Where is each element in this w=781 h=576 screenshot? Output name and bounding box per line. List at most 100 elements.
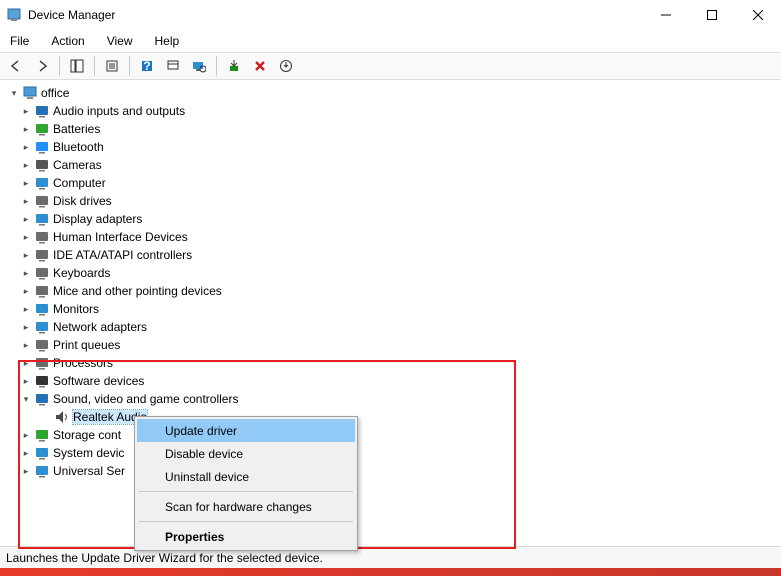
uninstall-button[interactable] bbox=[248, 54, 272, 78]
category-icon bbox=[34, 445, 50, 461]
toolbar-separator bbox=[94, 56, 95, 76]
tree-category[interactable]: ▸Software devices bbox=[6, 372, 781, 390]
context-menu-item-label: Update driver bbox=[165, 424, 237, 438]
install-driver-button[interactable] bbox=[222, 54, 246, 78]
menu-file[interactable]: File bbox=[6, 32, 33, 50]
scan-hardware-button[interactable] bbox=[187, 54, 211, 78]
category-icon bbox=[34, 139, 50, 155]
context-menu-separator bbox=[139, 491, 353, 492]
category-icon bbox=[34, 193, 50, 209]
context-menu-item-label: Scan for hardware changes bbox=[165, 500, 312, 514]
tree-category[interactable]: ▸System devic bbox=[6, 444, 781, 462]
tree-category-label: Human Interface Devices bbox=[53, 230, 188, 244]
close-button[interactable] bbox=[735, 0, 781, 30]
properties-button[interactable] bbox=[100, 54, 124, 78]
tree-category-label: Monitors bbox=[53, 302, 99, 316]
tree-category-label: Disk drives bbox=[53, 194, 112, 208]
context-menu-item[interactable]: Update driver bbox=[137, 419, 355, 442]
update-button[interactable] bbox=[274, 54, 298, 78]
category-icon bbox=[34, 175, 50, 191]
category-icon bbox=[34, 373, 50, 389]
tree-category[interactable]: ▾Sound, video and game controllers bbox=[6, 390, 781, 408]
tree-category[interactable]: ▸Mice and other pointing devices bbox=[6, 282, 781, 300]
forward-button[interactable] bbox=[30, 54, 54, 78]
tree-category-label: Display adapters bbox=[53, 212, 142, 226]
category-icon bbox=[34, 121, 50, 137]
tree-category[interactable]: ▸Batteries bbox=[6, 120, 781, 138]
computer-icon bbox=[22, 85, 38, 101]
tree-category-label: Audio inputs and outputs bbox=[53, 104, 185, 118]
category-icon bbox=[34, 157, 50, 173]
tree-category[interactable]: ▸Network adapters bbox=[6, 318, 781, 336]
category-icon bbox=[34, 319, 50, 335]
context-menu: Update driver Disable device Uninstall dev… bbox=[134, 416, 358, 551]
tree-root-label: office bbox=[41, 86, 69, 100]
tree-category-label: Mice and other pointing devices bbox=[53, 284, 222, 298]
show-hide-tree-button[interactable] bbox=[65, 54, 89, 78]
context-menu-item[interactable]: Scan for hardware changes bbox=[137, 495, 355, 518]
category-icon bbox=[34, 337, 50, 353]
tree-category-label: Sound, video and game controllers bbox=[53, 392, 238, 406]
tree-root[interactable]: ▾office bbox=[6, 84, 781, 102]
action-button[interactable] bbox=[161, 54, 185, 78]
tree-category-label: Cameras bbox=[53, 158, 102, 172]
titlebar: Device Manager bbox=[0, 0, 781, 30]
category-icon bbox=[34, 391, 50, 407]
tree-category-label: Bluetooth bbox=[53, 140, 104, 154]
statusbar: Launches the Update Driver Wizard for th… bbox=[0, 546, 781, 568]
tree-category[interactable]: ▸Disk drives bbox=[6, 192, 781, 210]
tree-category[interactable]: ▸Cameras bbox=[6, 156, 781, 174]
svg-text:?: ? bbox=[143, 59, 150, 73]
tree-category[interactable]: ▸Human Interface Devices bbox=[6, 228, 781, 246]
maximize-button[interactable] bbox=[689, 0, 735, 30]
context-menu-item[interactable]: Disable device bbox=[137, 442, 355, 465]
device-tree[interactable]: ▾office▸Audio inputs and outputs▸Batteri… bbox=[0, 80, 781, 546]
context-menu-separator bbox=[139, 521, 353, 522]
category-icon bbox=[34, 229, 50, 245]
menu-action[interactable]: Action bbox=[47, 32, 88, 50]
tree-category-label: Processors bbox=[53, 356, 113, 370]
tree-category[interactable]: ▸Storage cont bbox=[6, 426, 781, 444]
tree-category[interactable]: ▸Keyboards bbox=[6, 264, 781, 282]
context-menu-item-label: Properties bbox=[165, 530, 224, 544]
category-icon bbox=[34, 463, 50, 479]
context-menu-item[interactable]: Uninstall device bbox=[137, 465, 355, 488]
category-icon bbox=[34, 211, 50, 227]
tree-category-label: IDE ATA/ATAPI controllers bbox=[53, 248, 192, 262]
context-menu-item-label: Uninstall device bbox=[165, 470, 249, 484]
menu-help[interactable]: Help bbox=[151, 32, 184, 50]
context-menu-item[interactable]: Properties bbox=[137, 525, 355, 548]
help-button[interactable]: ? bbox=[135, 54, 159, 78]
tree-category[interactable]: ▸IDE ATA/ATAPI controllers bbox=[6, 246, 781, 264]
tree-category-label: Computer bbox=[53, 176, 106, 190]
category-icon bbox=[34, 355, 50, 371]
menu-view[interactable]: View bbox=[103, 32, 137, 50]
tree-category[interactable]: ▸Universal Ser bbox=[6, 462, 781, 480]
minimize-button[interactable] bbox=[643, 0, 689, 30]
tree-device[interactable]: Realtek Audio bbox=[6, 408, 781, 426]
device-icon bbox=[54, 409, 70, 425]
tree-category[interactable]: ▸Monitors bbox=[6, 300, 781, 318]
taskbar-strip bbox=[0, 568, 781, 576]
window-title: Device Manager bbox=[28, 8, 643, 22]
toolbar: ? bbox=[0, 52, 781, 80]
category-icon bbox=[34, 427, 50, 443]
tree-category[interactable]: ▸Bluetooth bbox=[6, 138, 781, 156]
window-controls bbox=[643, 0, 781, 30]
tree-category[interactable]: ▸Processors bbox=[6, 354, 781, 372]
tree-category[interactable]: ▸Display adapters bbox=[6, 210, 781, 228]
tree-category[interactable]: ▸Computer bbox=[6, 174, 781, 192]
device-manager-window: Device Manager File Action View Help ? ▾… bbox=[0, 0, 781, 576]
toolbar-separator bbox=[129, 56, 130, 76]
tree-category-label: Storage cont bbox=[53, 428, 121, 442]
context-menu-item-label: Disable device bbox=[165, 447, 243, 461]
back-button[interactable] bbox=[4, 54, 28, 78]
tree-category[interactable]: ▸Audio inputs and outputs bbox=[6, 102, 781, 120]
category-icon bbox=[34, 247, 50, 263]
tree-category-label: Universal Ser bbox=[53, 464, 125, 478]
tree-category[interactable]: ▸Print queues bbox=[6, 336, 781, 354]
app-icon bbox=[6, 7, 22, 23]
tree-category-label: Software devices bbox=[53, 374, 144, 388]
tree-category-label: Print queues bbox=[53, 338, 120, 352]
tree-category-label: Keyboards bbox=[53, 266, 110, 280]
